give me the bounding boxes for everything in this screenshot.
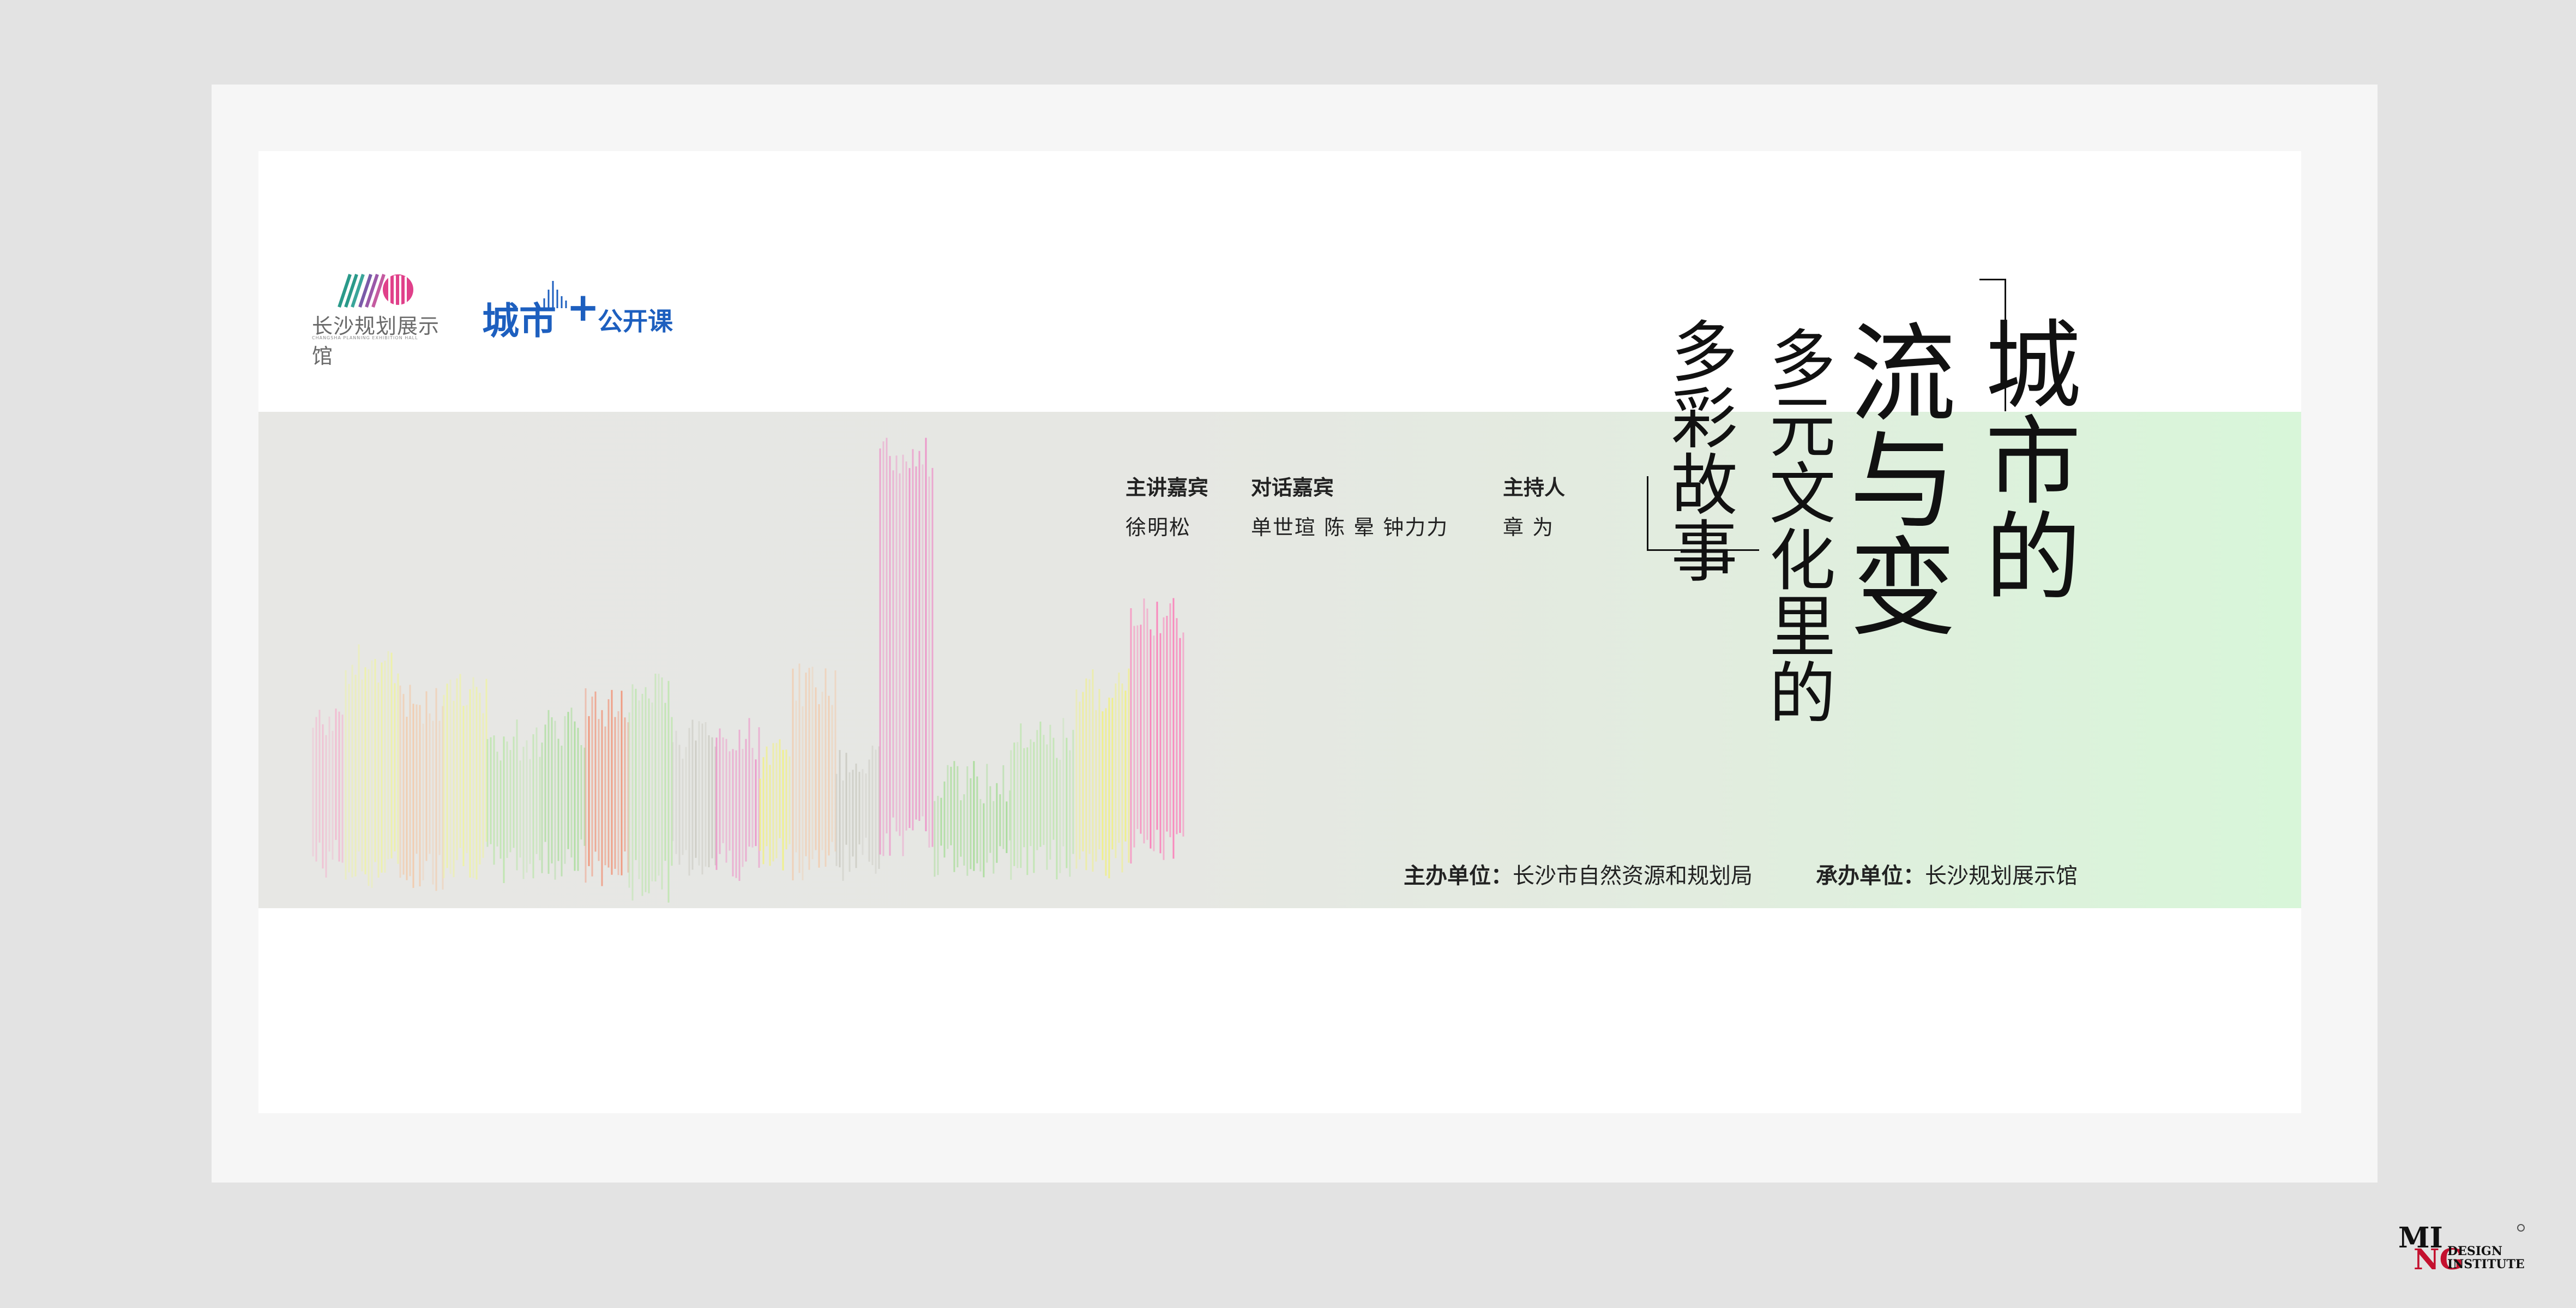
co-organizer-value: 长沙规划展示馆 (1925, 863, 2078, 889)
title-line-1: 城市的 (1969, 315, 2080, 603)
title-bracket-left-side (1647, 476, 1648, 550)
co-organizer-label: 承办单位： (1816, 863, 1925, 889)
registered-mark-icon (2517, 1224, 2525, 1232)
course-suffix: 公开课 (598, 307, 673, 336)
watermark-line-2: INSTITUTE (2447, 1257, 2525, 1272)
exhibition-hall-logo: 长沙规划展示馆 CHANGSHA PLANNING EXHIBITION HAL… (312, 271, 439, 368)
watermark-text: DESIGN INSTITUTE (2447, 1245, 2525, 1271)
host-block: 主持人 章 为 (1503, 471, 1565, 541)
dialogue-names: 单世瑄 陈 晕 钟力力 (1251, 515, 1449, 539)
title-line-3: 多元文化里的 (1758, 326, 1835, 725)
title-line-4: 多彩故事 (1660, 317, 1737, 583)
hall-subtitle: CHANGSHA PLANNING EXHIBITION HALL (312, 335, 418, 340)
city-open-course-logo: 城市 + 公开课 (482, 277, 700, 343)
poster-frame: 长沙规划展示馆 CHANGSHA PLANNING EXHIBITION HAL… (212, 85, 2378, 1183)
course-plus: + (567, 284, 600, 330)
keynote-label: 主讲嘉宾 (1126, 475, 1209, 500)
title-bracket-left-bottom (1647, 549, 1759, 551)
host-name: 章 为 (1503, 515, 1555, 539)
dialogue-label: 对话嘉宾 (1251, 475, 1334, 500)
host-label: 主持人 (1503, 475, 1566, 500)
title-line-2: 流与变 (1831, 317, 1955, 638)
keynote-block: 主讲嘉宾 徐明松 (1126, 471, 1208, 541)
watermark-line-1: DESIGN (2447, 1244, 2502, 1258)
course-prefix: 城市 (482, 300, 557, 343)
host-organizer-label: 主办单位： (1404, 863, 1513, 889)
keynote-name: 徐明松 (1126, 515, 1191, 539)
dialogue-block: 对话嘉宾 单世瑄 陈 晕 钟力力 (1251, 471, 1448, 541)
ming-design-watermark: MI NG DESIGN INSTITUTE (2398, 1224, 2529, 1274)
co-organizer: 承办单位：长沙规划展示馆 (1816, 858, 2078, 890)
host-organizer-value: 长沙市自然资源和规划局 (1513, 863, 1753, 889)
banner: 长沙规划展示馆 CHANGSHA PLANNING EXHIBITION HAL… (258, 151, 2301, 1113)
host-organizer: 主办单位：长沙市自然资源和规划局 (1404, 858, 1753, 890)
hall-logo-icon (338, 274, 413, 308)
